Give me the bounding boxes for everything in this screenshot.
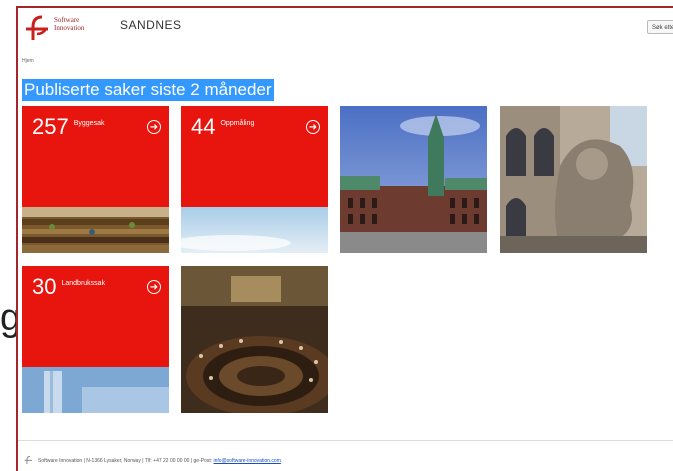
tile-photo-strip (181, 207, 328, 253)
tile-oppmaling[interactable]: 44 Oppmåling ➜ (181, 106, 328, 253)
logo-text: Software Innovation (54, 16, 85, 32)
app-frame: Software Innovation SANDNES Søk etter Hj… (16, 6, 673, 471)
tile-label: Oppmåling (220, 119, 255, 127)
tile-count: 30 (32, 274, 57, 299)
tile-photo-strip (22, 207, 169, 253)
search-button[interactable]: Søk etter (647, 20, 673, 34)
photo-assembly-hall[interactable] (181, 266, 336, 416)
photo-lion-statue[interactable] (500, 106, 647, 253)
footer-divider (18, 440, 673, 441)
arrow-right-circle-icon[interactable]: ➜ (306, 120, 320, 134)
footer-email-link[interactable]: info@software-innovation.com (214, 458, 281, 464)
footer: Software Innovation | N-1366 Lysaker, No… (24, 455, 281, 467)
tile-count: 44 (191, 114, 216, 139)
tile-count: 257 (32, 114, 69, 139)
header: Software Innovation SANDNES Søk etter (18, 8, 673, 48)
tile-label: Landbrukssak (61, 279, 106, 287)
tile-label: Byggesak (73, 119, 105, 127)
arrow-right-circle-icon[interactable]: ➜ (147, 280, 161, 294)
brand-name: SANDNES (120, 18, 182, 32)
footer-text: Software Innovation | N-1366 Lysaker, No… (38, 458, 213, 464)
tile-landbrukssak[interactable]: 30 Landbrukssak ➜ (22, 266, 169, 413)
breadcrumb[interactable]: Hjem (22, 58, 34, 64)
software-innovation-logo-icon[interactable]: Software Innovation (24, 14, 94, 44)
tile-photo-strip (22, 367, 169, 413)
tile-byggesak[interactable]: 257 Byggesak ➜ (22, 106, 169, 253)
photo-parliament-building[interactable] (340, 106, 487, 253)
footer-logo-icon (24, 455, 34, 467)
arrow-right-circle-icon[interactable]: ➜ (147, 120, 161, 134)
page-title: Publiserte saker siste 2 måneder (22, 79, 274, 101)
